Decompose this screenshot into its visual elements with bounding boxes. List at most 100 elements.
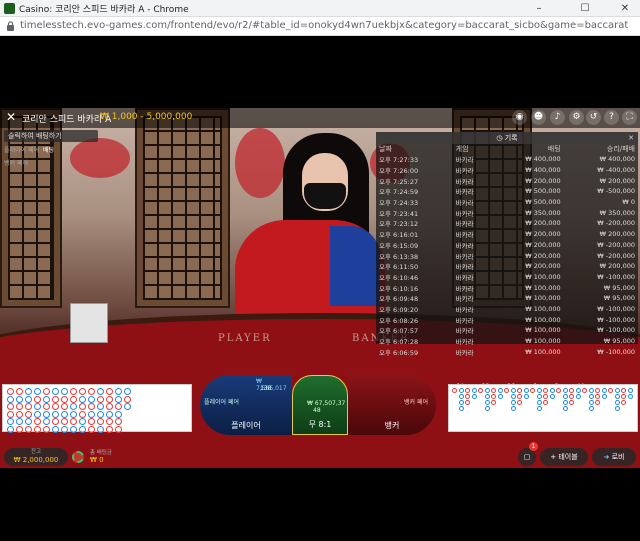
window-close-button[interactable]: ✕ — [610, 0, 640, 17]
lattice-screen-center — [135, 108, 230, 308]
chat-button[interactable]: ▢ 1 — [518, 442, 538, 466]
bead-road-marker — [79, 425, 86, 433]
history-bet-cell: ₩ 100,000 — [525, 347, 561, 356]
bead-road-marker — [52, 425, 59, 433]
history-table: 날짜 게임 배팅 승리/패배 오후 7:27:33 바카라 ₩ 400,000 ₩ 4… — [376, 144, 638, 357]
banker-pair-label[interactable]: 뱅커 페어 — [404, 397, 428, 406]
history-date-cell: 오후 7:24:59 — [379, 188, 419, 197]
bead-road-marker — [70, 388, 77, 395]
banker-bet-zone[interactable]: 뱅커 페어 뱅커 — [348, 375, 436, 435]
history-result-cell: ₩ -200,000 — [597, 251, 635, 260]
big-road-marker — [536, 400, 542, 405]
bead-road-marker — [70, 395, 77, 403]
volume-icon[interactable]: ♪ — [550, 110, 565, 125]
history-clock-icon: ◷ — [496, 134, 505, 142]
column-header-result: 승리/패배 — [606, 145, 635, 153]
history-row: 오후 7:26:00 바카라 ₩ 400,000 ₩ -400,000 — [376, 165, 638, 176]
bead-road-marker — [34, 418, 41, 425]
minimize-button[interactable]: – — [524, 0, 554, 17]
big-road-marker — [491, 400, 496, 405]
bead-road-marker — [25, 395, 32, 403]
bead-road-marker — [34, 410, 41, 418]
players-icon[interactable]: ☻ — [531, 110, 546, 125]
history-bet-cell: ₩ 200,000 — [525, 176, 561, 185]
bead-road-marker — [25, 425, 32, 433]
bead-road-marker — [16, 395, 23, 403]
add-table-button[interactable]: + 테이블 — [540, 448, 588, 466]
bead-road-marker — [79, 410, 86, 418]
big-road-marker — [588, 406, 594, 411]
bead-road-marker — [7, 395, 14, 403]
big-road-marker — [569, 388, 574, 393]
history-bet-cell: ₩ 200,000 — [525, 240, 561, 249]
chip-stack-icon[interactable]: ◉ — [512, 110, 527, 125]
bead-road-marker — [16, 425, 23, 433]
bet-limits[interactable]: ₩ 1,000 - 5,000,000 — [100, 112, 192, 122]
dealer-outfit-stripe — [330, 226, 380, 306]
history-bet-cell: ₩ 400,000 — [525, 166, 561, 175]
big-road-marker — [458, 406, 464, 411]
bead-road-marker — [97, 410, 104, 418]
history-result-cell: ₩ -100,000 — [597, 315, 635, 324]
bead-road-marker — [7, 410, 14, 418]
history-bet-cell: ₩ 350,000 — [525, 208, 561, 217]
big-road-marker — [497, 394, 503, 399]
big-road-marker — [595, 388, 600, 393]
history-game-cell: 바카라 — [455, 167, 474, 176]
bead-road-marker — [106, 395, 113, 403]
big-road-marker — [478, 388, 483, 393]
player-pair-label[interactable]: 플레이어 페어 — [204, 397, 239, 406]
balance-label: 잔고 — [30, 449, 42, 455]
history-header: ◷ 기록 ✕ — [376, 132, 638, 144]
slide-bet-panel-button[interactable]: 슬릭하여 배팅하기 — [4, 130, 98, 142]
column-header-game: 게임 — [455, 145, 469, 153]
player-bet-zone[interactable]: 플레이어 페어 ₩ 7,565,017 138 플레이어 — [200, 375, 292, 435]
bead-road-marker — [61, 403, 68, 410]
history-date-cell: 오후 7:26:00 — [379, 167, 419, 176]
big-road-marker — [562, 394, 568, 399]
tie-bet-zone[interactable]: ₩ 67,507,37 48 무 8:1 — [292, 375, 348, 435]
card-shoe — [70, 303, 108, 343]
bead-road-marker — [43, 395, 50, 403]
history-panel: ◷ 기록 ✕ 날짜 게임 배팅 승리/패배 오후 7:27:33 바카라 ₩ 400… — [376, 132, 638, 357]
bead-road-marker — [115, 388, 122, 395]
big-road-marker — [523, 388, 529, 393]
bead-road-marker — [25, 388, 32, 395]
bead-road-marker — [61, 425, 68, 433]
big-road-marker — [627, 394, 633, 399]
big-road-marker — [588, 394, 594, 399]
help-icon[interactable]: ? — [604, 110, 619, 125]
bead-road-marker — [7, 403, 14, 410]
bead-road-marker — [115, 410, 122, 418]
bead-road-marker — [16, 388, 23, 395]
game-close-icon[interactable]: ✕ — [6, 110, 16, 124]
big-road-marker — [536, 388, 542, 393]
big-road-right[interactable] — [448, 384, 638, 432]
bead-road-marker — [43, 388, 50, 395]
history-close-icon[interactable]: ✕ — [628, 132, 634, 144]
big-road-marker — [543, 388, 548, 393]
big-road-marker — [556, 388, 561, 393]
url-text[interactable]: timelesstech.evo-games.com/frontend/evo/… — [20, 20, 628, 31]
settings-gear-icon[interactable]: ⚙ — [569, 110, 584, 125]
lobby-button[interactable]: ➜ 로비 — [592, 448, 636, 466]
fullscreen-icon[interactable]: ⛶ — [622, 110, 637, 125]
bead-road-marker — [88, 388, 95, 395]
history-row: 오후 6:11:50 바카라 ₩ 200,000 ₩ 200,000 — [376, 261, 638, 272]
column-header-date: 날짜 — [379, 145, 392, 153]
big-road-marker — [575, 388, 581, 393]
history-result-cell: ₩ 400,000 — [599, 155, 635, 164]
maximize-button[interactable]: ☐ — [570, 0, 600, 17]
history-result-cell: ₩ 200,000 — [599, 176, 635, 185]
address-bar[interactable]: timelesstech.evo-games.com/frontend/evo/… — [0, 17, 640, 36]
bead-road-marker — [88, 418, 95, 425]
history-icon[interactable]: ↺ — [586, 110, 601, 125]
chrome-window: Casino: 코리안 스피드 바카라 A - Chrome – ☐ ✕ tim… — [0, 0, 640, 541]
bead-road-left[interactable] — [2, 384, 192, 433]
window-title: Casino: 코리안 스피드 바카라 A - Chrome — [19, 5, 189, 15]
history-result-cell: ₩ 350,000 — [599, 208, 635, 217]
chat-icon: ▢ — [523, 453, 531, 461]
bead-road-marker — [61, 395, 68, 403]
big-road-marker — [510, 388, 516, 393]
history-result-cell: ₩ -200,000 — [597, 240, 635, 249]
